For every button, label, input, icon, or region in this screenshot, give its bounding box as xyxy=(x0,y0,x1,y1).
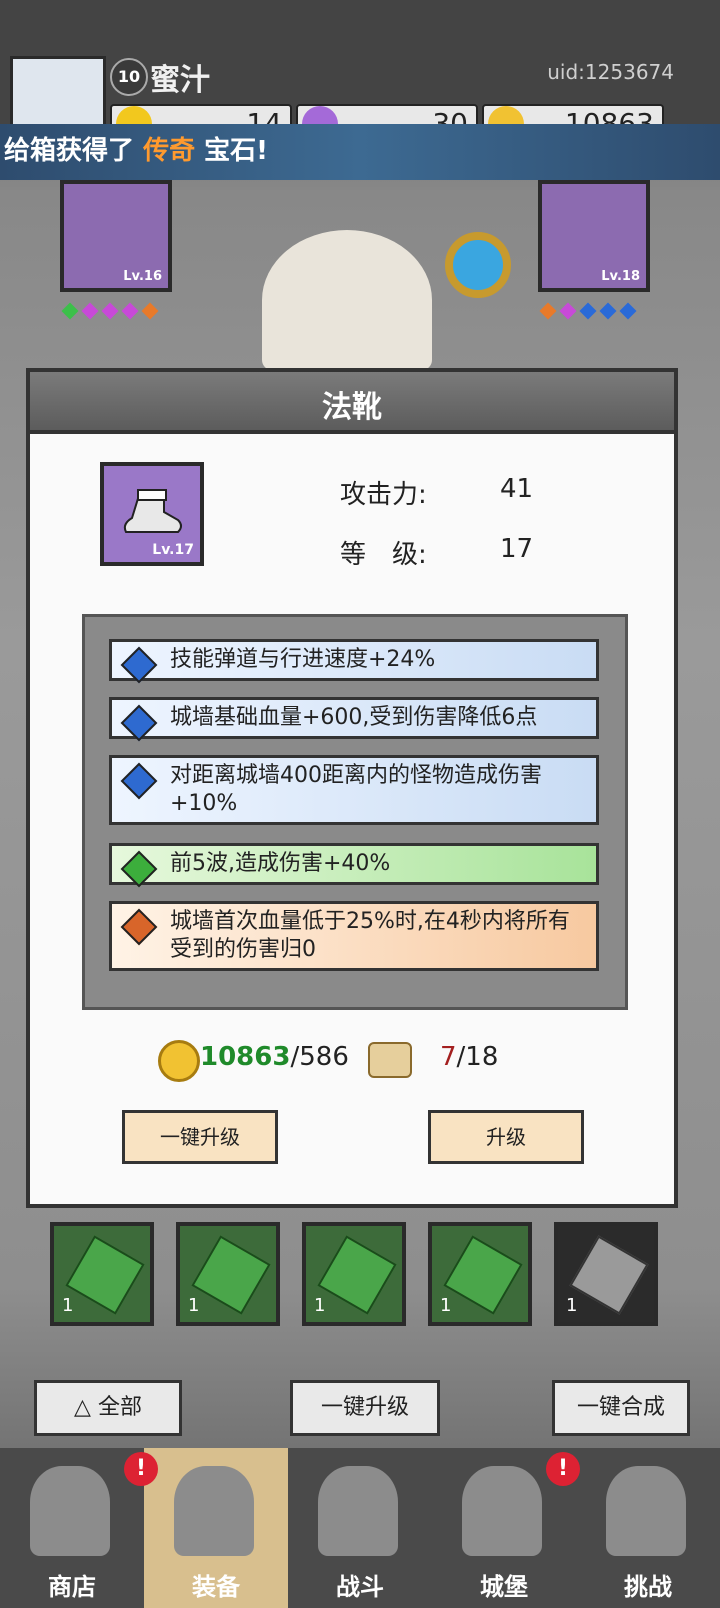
nav-battle-label: 战斗 xyxy=(336,1573,384,1601)
affix-text: 前5波,造成伤害+40% xyxy=(170,851,391,876)
nav-equip[interactable]: 装备 xyxy=(144,1448,288,1608)
affix-item: 城墙基础血量+600,受到伤害降低6点 xyxy=(109,697,599,742)
affix-text: 城墙基础血量+600,受到伤害降低6点 xyxy=(170,705,538,730)
affix-text: 城墙首次血量低于25%时,在4秒内将所有受到的伤害归0 xyxy=(170,909,570,962)
merge-all-button[interactable]: 一键合成 xyxy=(552,1380,690,1436)
scroll-cost: 7/18 xyxy=(440,1042,498,1072)
item-icon: Lv.17 xyxy=(100,462,204,566)
item-detail-modal: 法靴 Lv.17 攻击力: 41 等 级: 17 技能弹道与行进速度+24% 城… xyxy=(26,368,678,1208)
attack-value: 41 xyxy=(500,474,534,504)
gem-count: 1 xyxy=(188,1295,200,1316)
upgrade-button[interactable]: 升级 xyxy=(428,1110,584,1164)
banner-highlight: 传奇 xyxy=(143,136,196,166)
inventory-gem-slot[interactable]: 1 xyxy=(50,1222,154,1326)
coin-cost: 10863/586 xyxy=(200,1042,349,1072)
notification-banner: 给箱获得了 传奇 宝石! xyxy=(0,124,720,180)
scroll-need: /18 xyxy=(456,1042,499,1072)
item-level: Lv.17 xyxy=(152,542,194,558)
affix-item: 前5波,造成伤害+40% xyxy=(109,843,599,888)
one-key-upgrade-button[interactable]: 一键升级 xyxy=(122,1110,278,1164)
nav-equip-label: 装备 xyxy=(192,1573,240,1601)
hero-character xyxy=(262,230,432,370)
equip-slot-helmet[interactable]: Lv.16 xyxy=(60,180,172,292)
affix-text: 对距离城墙400距离内的怪物造成伤害+10% xyxy=(170,763,542,816)
banner-text: 给箱获得了 传奇 宝石! xyxy=(4,130,268,167)
castle-alert-badge: ! xyxy=(546,1452,580,1486)
gem-icon xyxy=(101,302,119,320)
coin-need: /586 xyxy=(290,1042,349,1072)
modal-title: 法靴 xyxy=(322,390,382,425)
gem-count: 1 xyxy=(314,1295,326,1316)
inventory-gem-slot[interactable]: 1 xyxy=(176,1222,280,1326)
banner-suffix: 宝石! xyxy=(195,136,268,166)
gem-icon xyxy=(599,302,617,320)
bottom-nav: 商店 装备 战斗 城堡 挑战 ! ! xyxy=(0,1448,720,1608)
gem-slots-left xyxy=(61,302,164,320)
banner-prefix: 给箱获得了 xyxy=(4,136,144,166)
level-value: 17 xyxy=(500,534,534,564)
gem-icon xyxy=(619,302,637,320)
blue-gem-icon xyxy=(120,762,158,800)
affix-item: 城墙首次血量低于25%时,在4秒内将所有受到的伤害归0 xyxy=(109,901,599,971)
inventory-gem-slot[interactable]: 1 xyxy=(554,1222,658,1326)
level-label: 等 级: xyxy=(340,540,427,570)
gem-icon xyxy=(559,302,577,320)
gem-count: 1 xyxy=(440,1295,452,1316)
player-level-badge: 10 xyxy=(110,58,148,96)
hero-staff xyxy=(445,232,511,298)
affix-item: 技能弹道与行进速度+24% xyxy=(109,639,599,684)
gray-gem-icon xyxy=(569,1235,649,1315)
coin-icon xyxy=(158,1040,200,1082)
gem-count: 1 xyxy=(566,1295,578,1316)
equip-slot-level: Lv.18 xyxy=(601,269,640,284)
modal-header: 法靴 xyxy=(30,372,674,434)
shop-icon xyxy=(30,1466,110,1556)
nav-shop-label: 商店 xyxy=(48,1573,96,1601)
scroll-icon xyxy=(368,1042,412,1078)
triangle-icon: △ xyxy=(74,1395,98,1420)
inventory-gem-slot[interactable]: 1 xyxy=(302,1222,406,1326)
equip-slot-level: Lv.16 xyxy=(123,269,162,284)
filter-all-button[interactable]: △ 全部 xyxy=(34,1380,182,1436)
inventory-gem-slot[interactable]: 1 xyxy=(428,1222,532,1326)
gem-icon xyxy=(61,302,79,320)
gem-icon xyxy=(539,302,557,320)
castle-icon xyxy=(462,1466,542,1556)
backpack-icon xyxy=(174,1466,254,1556)
filter-all-label: 全部 xyxy=(97,1395,142,1420)
gem-icon xyxy=(579,302,597,320)
shop-alert-badge: ! xyxy=(124,1452,158,1486)
affix-list: 技能弹道与行进速度+24% 城墙基础血量+600,受到伤害降低6点 对距离城墙4… xyxy=(82,614,628,1010)
nav-battle[interactable]: 战斗 xyxy=(288,1448,432,1608)
blue-gem-icon xyxy=(120,704,158,742)
gem-slots-right xyxy=(539,302,642,320)
gem-icon xyxy=(141,302,159,320)
nav-challenge-label: 挑战 xyxy=(624,1573,672,1601)
affix-item: 对距离城墙400距离内的怪物造成伤害+10% xyxy=(109,755,599,825)
attack-label: 攻击力: xyxy=(340,480,427,510)
green-gem-icon xyxy=(120,850,158,888)
coin-have: 10863 xyxy=(200,1042,291,1072)
green-gem-icon xyxy=(443,1235,523,1315)
swords-icon xyxy=(318,1466,398,1556)
upgrade-all-button[interactable]: 一键升级 xyxy=(290,1380,440,1436)
green-gem-icon xyxy=(191,1235,271,1315)
player-uid: uid:1253674 xyxy=(547,60,674,84)
green-gem-icon xyxy=(317,1235,397,1315)
nav-challenge[interactable]: 挑战 xyxy=(576,1448,720,1608)
boot-icon xyxy=(123,489,182,533)
gem-count: 1 xyxy=(62,1295,74,1316)
shield-lock-icon xyxy=(606,1466,686,1556)
nav-castle-label: 城堡 xyxy=(480,1573,528,1601)
scroll-have: 7 xyxy=(440,1042,457,1072)
affix-text: 技能弹道与行进速度+24% xyxy=(170,647,436,672)
orange-gem-icon xyxy=(120,908,158,946)
blue-gem-icon xyxy=(120,646,158,684)
equip-slot-pants[interactable]: Lv.18 xyxy=(538,180,650,292)
green-gem-icon xyxy=(65,1235,145,1315)
gem-icon xyxy=(121,302,139,320)
player-name: 蜜汁 xyxy=(150,63,210,98)
gem-icon xyxy=(81,302,99,320)
nav-shop[interactable]: 商店 xyxy=(0,1448,144,1608)
